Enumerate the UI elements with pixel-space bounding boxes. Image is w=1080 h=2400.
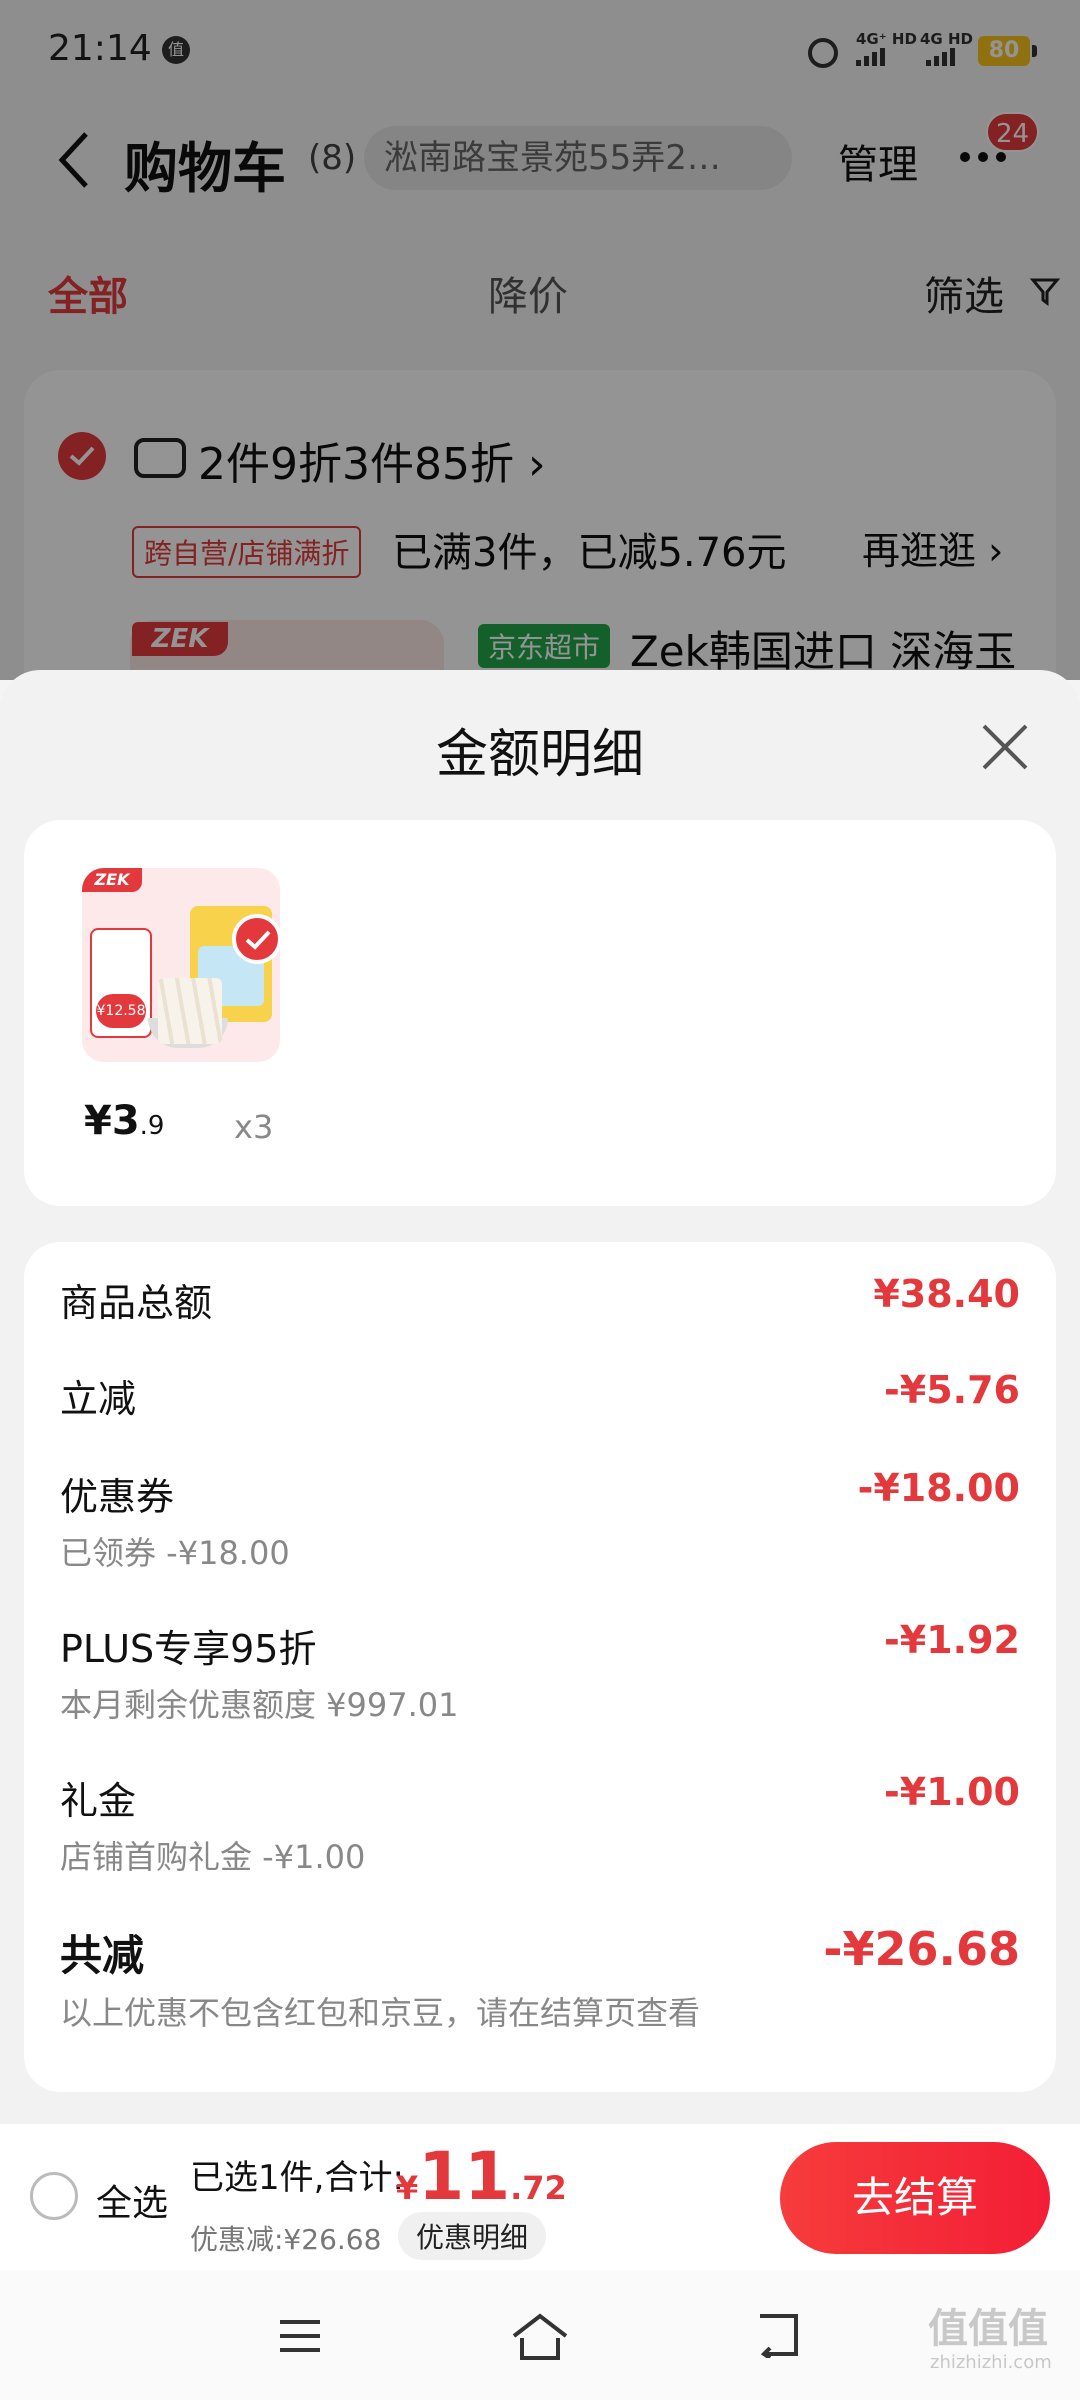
select-all-label[interactable]: 全选 (96, 2174, 168, 2226)
plus-sub: 本月剩余优惠额度 ¥997.01 (60, 1686, 459, 1724)
coupon-sub: 已领券 -¥18.00 (60, 1534, 290, 1572)
coupon-label: 优惠券 (60, 1475, 175, 1519)
watermark-url: zhizhizhi.com (930, 2352, 1052, 2373)
goods-total-label: 商品总额 (60, 1281, 213, 1325)
plus-label: PLUS专享95折 (60, 1627, 317, 1671)
product-image[interactable]: ZEK ¥12.58 (82, 868, 280, 1062)
brand-logo: ZEK (82, 868, 142, 892)
product-card: ZEK ¥12.58 ¥3.9 x3 (24, 820, 1056, 1206)
plus-value: -¥1.92 (884, 1618, 1020, 1662)
fish-sausage-graphic (158, 978, 222, 1044)
sticker-price: ¥12.58 (96, 994, 146, 1028)
total-off-note: 以上优惠不包含红包和京豆，请在结算页查看 (60, 1994, 701, 2032)
gift-sub: 店铺首购礼金 -¥1.00 (60, 1838, 366, 1876)
discount-summary: 优惠减:¥26.68 (190, 2223, 382, 2256)
gift-value: -¥1.00 (884, 1770, 1020, 1814)
home-icon[interactable] (510, 2312, 570, 2362)
product-selected-icon (232, 914, 282, 964)
select-all-checkbox[interactable] (30, 2172, 78, 2220)
gift-label: 礼金 (60, 1779, 137, 1823)
price-breakdown-card: 商品总额 ¥38.40 立减 -¥5.76 优惠券 已领券 -¥18.00 -¥… (24, 1242, 1056, 2092)
total-off-value: -¥26.68 (823, 1922, 1020, 1976)
back-nav-icon[interactable] (756, 2312, 802, 2358)
checkout-button[interactable]: 去结算 (780, 2142, 1050, 2254)
sheet-title: 金额明细 (435, 725, 644, 785)
discount-detail-button[interactable]: 优惠明细 (398, 2212, 547, 2260)
total-price: ¥11.72 (396, 2138, 567, 2215)
instant-discount-label: 立减 (60, 1377, 137, 1421)
instant-discount-value: -¥5.76 (884, 1368, 1020, 1412)
total-off-label: 共减 (60, 1931, 145, 1980)
goods-total-value: ¥38.40 (873, 1272, 1020, 1316)
menu-icon[interactable] (278, 2318, 322, 2354)
price-detail-sheet: 金额明细 ZEK ¥12.58 ¥3.9 x3 商品总额 ¥38.40 立减 -… (0, 670, 1080, 2130)
modal-overlay[interactable] (0, 0, 1080, 680)
checkout-bar: 全选 已选1件,合计: ¥11.72 优惠减:¥26.68 优惠明细 去结算 (0, 2124, 1080, 2270)
product-quantity: x3 (234, 1108, 274, 1146)
watermark-logo: 值值值 (928, 2306, 1048, 2352)
system-navigation-bar: 值值值 zhizhizhi.com (0, 2270, 1080, 2400)
product-price: ¥3.9 (84, 1098, 165, 1144)
close-icon[interactable] (980, 722, 1030, 772)
selected-summary: 已选1件,合计: (190, 2158, 404, 2198)
coupon-value: -¥18.00 (857, 1466, 1020, 1510)
